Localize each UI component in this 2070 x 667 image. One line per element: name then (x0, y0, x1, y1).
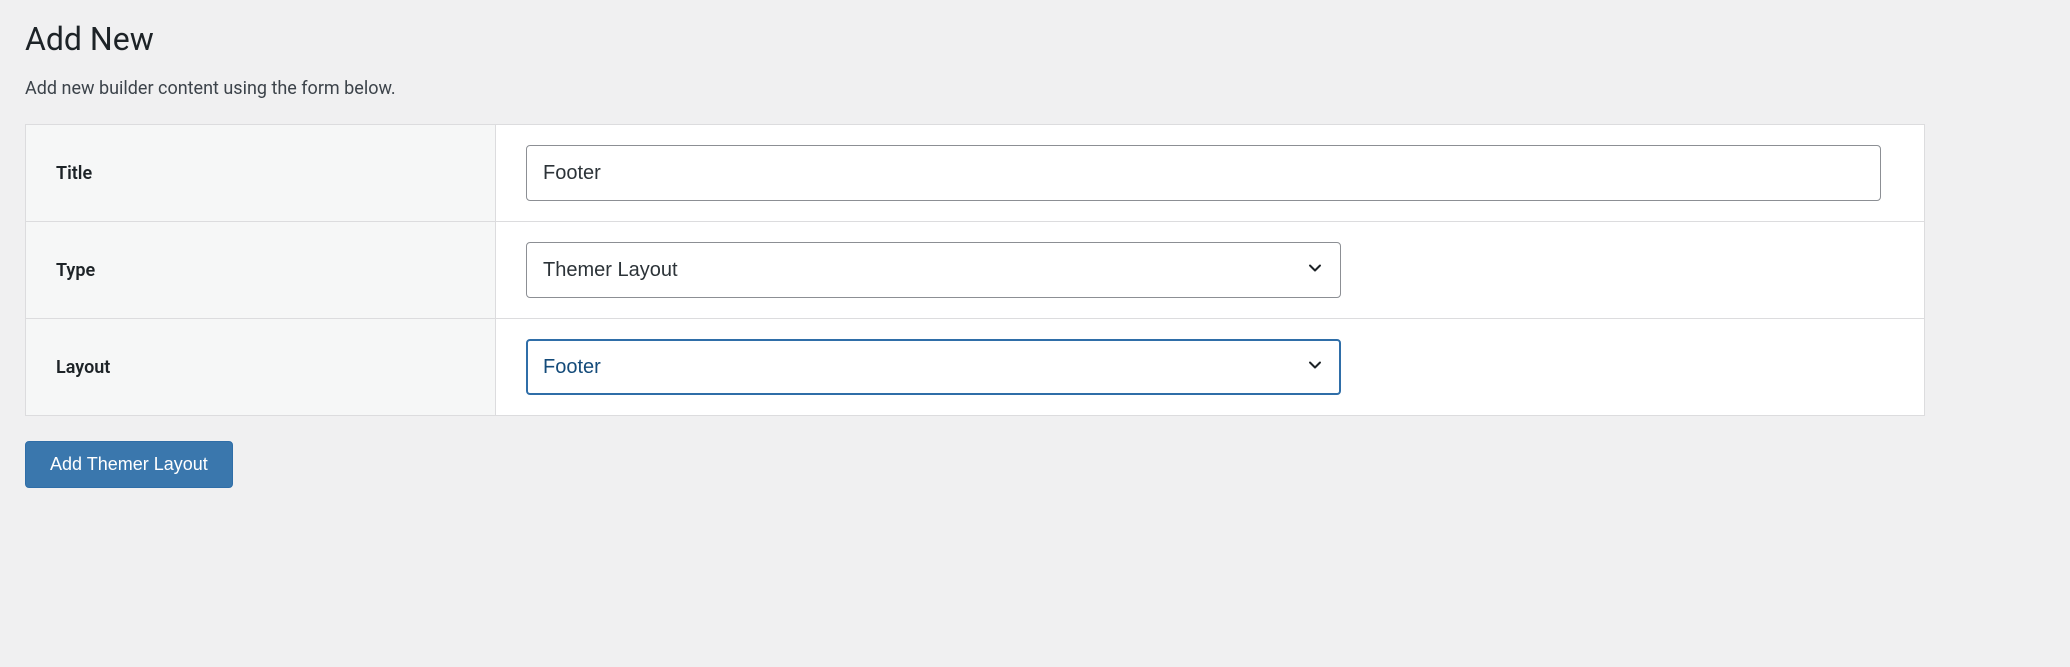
layout-cell: Footer (496, 319, 1925, 416)
type-cell: Themer Layout (496, 222, 1925, 319)
title-label: Title (26, 125, 496, 222)
form-table: Title Type Themer Layout Layout (25, 124, 1925, 416)
layout-label: Layout (26, 319, 496, 416)
type-select[interactable]: Themer Layout (526, 242, 1341, 298)
form-row-title: Title (26, 125, 1925, 222)
page-description: Add new builder content using the form b… (25, 78, 2045, 99)
title-cell (496, 125, 1925, 222)
add-themer-layout-button[interactable]: Add Themer Layout (25, 441, 233, 488)
layout-select[interactable]: Footer (526, 339, 1341, 395)
type-label: Type (26, 222, 496, 319)
form-row-layout: Layout Footer (26, 319, 1925, 416)
page-title: Add New (25, 20, 2045, 58)
type-select-wrap: Themer Layout (526, 242, 1341, 298)
layout-select-wrap: Footer (526, 339, 1341, 395)
form-row-type: Type Themer Layout (26, 222, 1925, 319)
title-input[interactable] (526, 145, 1881, 201)
